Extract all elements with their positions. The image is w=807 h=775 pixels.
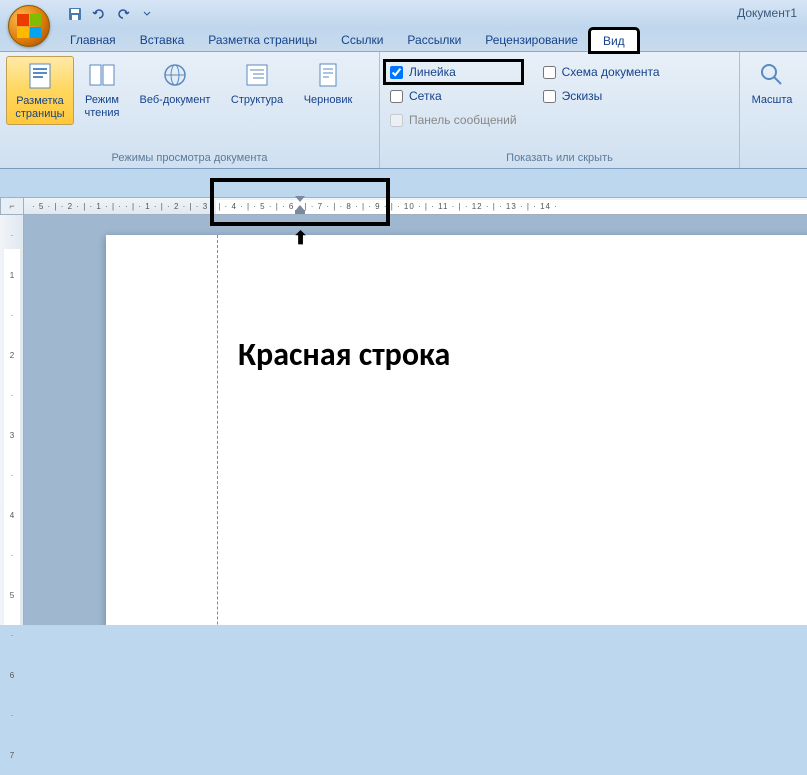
zoom-label: Масшта [752, 94, 793, 107]
message-bar-checkbox [390, 114, 403, 127]
message-bar-label: Панель сообщений [409, 113, 517, 127]
reading-button[interactable]: Режим чтения [76, 56, 128, 123]
print-layout-label: Разметка страницы [9, 95, 71, 121]
ruler-corner[interactable]: ⌐ [0, 197, 24, 215]
group-show-hide: Линейка Сетка Панель сообщений Схема док… [380, 52, 740, 168]
office-button[interactable] [8, 5, 50, 47]
tab-review[interactable]: Рецензирование [473, 29, 590, 52]
redo-button[interactable] [112, 3, 134, 25]
horizontal-ruler[interactable]: · 5 · | · 2 · | · 1 · | · · | · 1 · | · … [24, 197, 807, 215]
reading-icon [88, 61, 116, 89]
ruler-checkbox[interactable] [390, 66, 403, 79]
tab-view[interactable]: Вид [590, 29, 638, 52]
ribbon: Разметка страницы Режим чтения Веб-докум… [0, 52, 807, 169]
quick-access-toolbar [64, 3, 158, 25]
message-bar-checkbox-row: Панель сообщений [386, 110, 521, 130]
ruler-checkbox-row[interactable]: Линейка [386, 62, 521, 82]
title-bar: Документ1 [0, 0, 807, 28]
views-group-label: Режимы просмотра документа [6, 150, 373, 166]
undo-icon [92, 7, 106, 21]
gridlines-label: Сетка [409, 89, 442, 103]
document-map-label: Схема документа [562, 65, 660, 79]
undo-button[interactable] [88, 3, 110, 25]
thumbnails-checkbox-row[interactable]: Эскизы [539, 86, 664, 106]
document-heading[interactable]: Красная строка [238, 335, 450, 374]
chevron-down-icon [143, 10, 151, 18]
web-layout-icon [161, 61, 189, 89]
document-title: Документ1 [737, 6, 797, 20]
thumbnails-checkbox[interactable] [543, 90, 556, 103]
redo-icon [116, 7, 130, 21]
vertical-ruler[interactable]: · 1 · 2 · 3 · 4 · 5 · 6 · 7 [0, 215, 24, 625]
draft-button[interactable]: Черновик [294, 56, 362, 110]
show-group-label: Показать или скрыть [386, 150, 733, 166]
ruler-label: Линейка [409, 65, 456, 79]
document-map-checkbox[interactable] [543, 66, 556, 79]
indent-guide-line [217, 235, 218, 625]
tab-insert[interactable]: Вставка [128, 29, 197, 52]
thumbnails-label: Эскизы [562, 89, 603, 103]
document-page[interactable]: Красная строка [106, 235, 807, 625]
arrow-annotation-icon: ⬆ [293, 228, 308, 249]
magnifier-icon [758, 61, 786, 89]
gridlines-checkbox[interactable] [390, 90, 403, 103]
ruler-ticks: · 5 · | · 2 · | · 1 · | · · | · 1 · | · … [24, 198, 807, 215]
zoom-button[interactable]: Масшта [746, 56, 798, 110]
save-button[interactable] [64, 3, 86, 25]
ribbon-tabs: Главная Вставка Разметка страницы Ссылки… [0, 28, 807, 52]
qat-customize-button[interactable] [136, 3, 158, 25]
tab-page-layout[interactable]: Разметка страницы [196, 29, 329, 52]
outline-icon [243, 61, 271, 89]
outline-label: Структура [231, 94, 283, 107]
group-zoom: Масшта [740, 52, 807, 168]
first-line-indent-marker[interactable] [295, 196, 305, 214]
document-area: Красная строка [24, 215, 807, 625]
tab-home[interactable]: Главная [58, 29, 128, 52]
reading-label: Режим чтения [78, 94, 126, 120]
print-layout-button[interactable]: Разметка страницы [6, 56, 74, 125]
draft-icon [314, 61, 342, 89]
save-icon [68, 7, 82, 21]
document-map-checkbox-row[interactable]: Схема документа [539, 62, 664, 82]
web-layout-label: Веб-документ [140, 94, 211, 107]
draft-label: Черновик [304, 94, 353, 107]
tab-mailings[interactable]: Рассылки [395, 29, 473, 52]
office-logo-icon [17, 14, 41, 38]
group-document-views: Разметка страницы Режим чтения Веб-докум… [0, 52, 380, 168]
outline-button[interactable]: Структура [222, 56, 292, 110]
tab-references[interactable]: Ссылки [329, 29, 395, 52]
print-layout-icon [26, 62, 54, 90]
web-layout-button[interactable]: Веб-документ [130, 56, 220, 110]
gridlines-checkbox-row[interactable]: Сетка [386, 86, 521, 106]
